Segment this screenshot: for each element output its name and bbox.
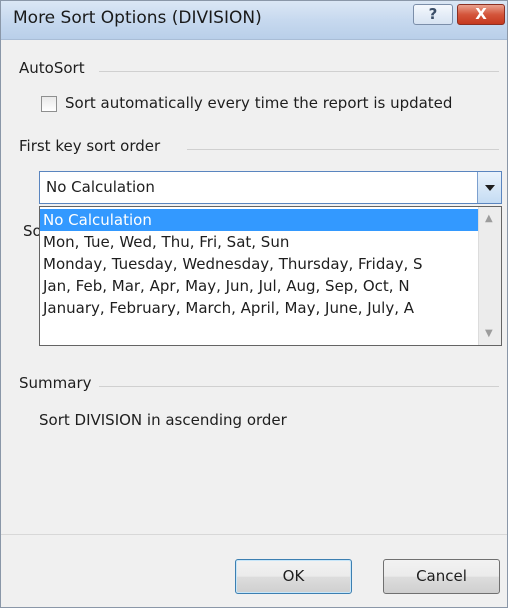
first-key-sort-order-combobox[interactable]: No Calculation xyxy=(39,171,502,204)
help-icon: ? xyxy=(428,5,438,23)
autosort-section-label: AutoSort xyxy=(19,59,85,77)
help-button[interactable]: ? xyxy=(413,4,453,25)
sort-automatically-checkbox[interactable] xyxy=(41,96,57,112)
cancel-button[interactable]: Cancel xyxy=(383,559,500,594)
footer-divider xyxy=(1,534,507,535)
ok-button[interactable]: OK xyxy=(235,559,352,594)
option-monday-sunday[interactable]: Monday, Tuesday, Wednesday, Thursday, Fr… xyxy=(40,253,480,275)
scroll-up-icon[interactable]: ▲ xyxy=(485,213,493,224)
summary-divider xyxy=(99,386,499,387)
chevron-down-icon[interactable] xyxy=(477,172,501,203)
dropdown-scrollbar[interactable]: ▲ ▼ xyxy=(478,207,501,345)
option-no-calculation[interactable]: No Calculation xyxy=(40,209,480,231)
title-bar: More Sort Options (DIVISION) ? X xyxy=(1,1,507,40)
option-january-december[interactable]: January, February, March, April, May, Ju… xyxy=(40,297,480,319)
summary-text: Sort DIVISION in ascending order xyxy=(39,411,287,429)
option-mon-sun[interactable]: Mon, Tue, Wed, Thu, Fri, Sat, Sun xyxy=(40,231,480,253)
close-button[interactable]: X xyxy=(457,4,505,25)
combobox-selected-value: No Calculation xyxy=(46,178,155,196)
window-title: More Sort Options (DIVISION) xyxy=(13,8,262,28)
first-key-divider xyxy=(187,149,499,150)
close-icon: X xyxy=(475,5,487,23)
summary-section-label: Summary xyxy=(19,374,92,392)
first-key-dropdown-list[interactable]: No Calculation Mon, Tue, Wed, Thu, Fri, … xyxy=(39,206,502,346)
first-key-section-label: First key sort order xyxy=(19,137,161,155)
autosort-divider xyxy=(99,71,499,72)
sort-options-dialog: More Sort Options (DIVISION) ? X AutoSor… xyxy=(0,0,508,608)
scroll-down-icon[interactable]: ▼ xyxy=(485,328,493,339)
obscured-control-strip xyxy=(41,347,501,357)
option-jan-dec[interactable]: Jan, Feb, Mar, Apr, May, Jun, Jul, Aug, … xyxy=(40,275,480,297)
sort-automatically-label[interactable]: Sort automatically every time the report… xyxy=(65,94,452,112)
